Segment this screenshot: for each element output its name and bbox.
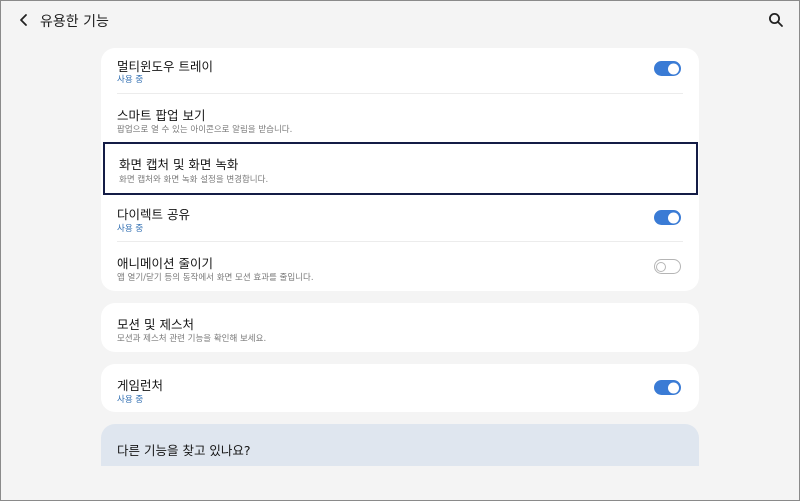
game-launcher-toggle[interactable]	[654, 380, 681, 395]
reduce-animation-toggle[interactable]	[654, 259, 681, 274]
setting-description: 팝업으로 열 수 있는 아이콘으로 알림을 받습니다.	[117, 125, 293, 135]
toggle-knob	[656, 261, 666, 272]
settings-card-game: 게임런처 사용 중	[101, 364, 699, 412]
setting-row-game-launcher[interactable]: 게임런처 사용 중	[101, 364, 699, 412]
setting-title: 애니메이션 줄이기	[117, 256, 213, 271]
setting-row-motion-gesture[interactable]: 모션 및 제스처 모션과 제스처 관련 기능을 확인해 보세요.	[101, 303, 699, 352]
toggle-knob	[668, 212, 679, 223]
setting-title: 스마트 팝업 보기	[117, 108, 206, 123]
multiwindow-tray-toggle[interactable]	[654, 61, 681, 76]
setting-description: 모션과 제스처 관련 기능을 확인해 보세요.	[117, 334, 267, 344]
setting-row-multiwindow-tray[interactable]: 멀티윈도우 트레이 사용 중	[101, 48, 699, 93]
setting-row-smart-popup[interactable]: 스마트 팝업 보기 팝업으로 열 수 있는 아이콘으로 알림을 받습니다.	[101, 94, 699, 142]
search-icon	[769, 13, 783, 27]
chevron-left-icon	[20, 14, 27, 26]
setting-title: 게임런처	[117, 378, 164, 393]
settings-card-motion: 모션 및 제스처 모션과 제스처 관련 기능을 확인해 보세요.	[101, 303, 699, 352]
setting-row-screen-capture[interactable]: 화면 캡처 및 화면 녹화 화면 캡처와 화면 녹화 설정을 변경합니다.	[103, 142, 698, 195]
setting-title: 화면 캡처 및 화면 녹화	[119, 157, 239, 172]
setting-row-reduce-animation[interactable]: 애니메이션 줄이기 앱 열기/닫기 등의 동작에서 화면 모션 효과를 줄입니다…	[101, 242, 699, 291]
page-title: 유용한 기능	[40, 14, 109, 30]
setting-title: 다이렉트 공유	[117, 207, 190, 222]
direct-share-toggle[interactable]	[654, 210, 681, 225]
toggle-knob	[668, 382, 679, 393]
bottom-edge	[1, 466, 799, 499]
setting-status: 사용 중	[117, 395, 144, 405]
setting-status: 사용 중	[117, 75, 144, 85]
suggestion-title: 다른 기능을 찾고 있나요?	[117, 443, 251, 458]
back-button[interactable]	[14, 10, 34, 30]
setting-description: 화면 캡처와 화면 녹화 설정을 변경합니다.	[119, 175, 269, 185]
toggle-knob	[668, 63, 679, 74]
setting-description: 앱 열기/닫기 등의 동작에서 화면 모션 효과를 줄입니다.	[117, 273, 314, 283]
search-button[interactable]	[766, 10, 786, 30]
setting-status: 사용 중	[117, 224, 144, 234]
setting-row-direct-share[interactable]: 다이렉트 공유 사용 중	[101, 198, 699, 243]
app-header: 유용한 기능	[0, 0, 800, 42]
setting-title: 모션 및 제스처	[117, 317, 194, 332]
